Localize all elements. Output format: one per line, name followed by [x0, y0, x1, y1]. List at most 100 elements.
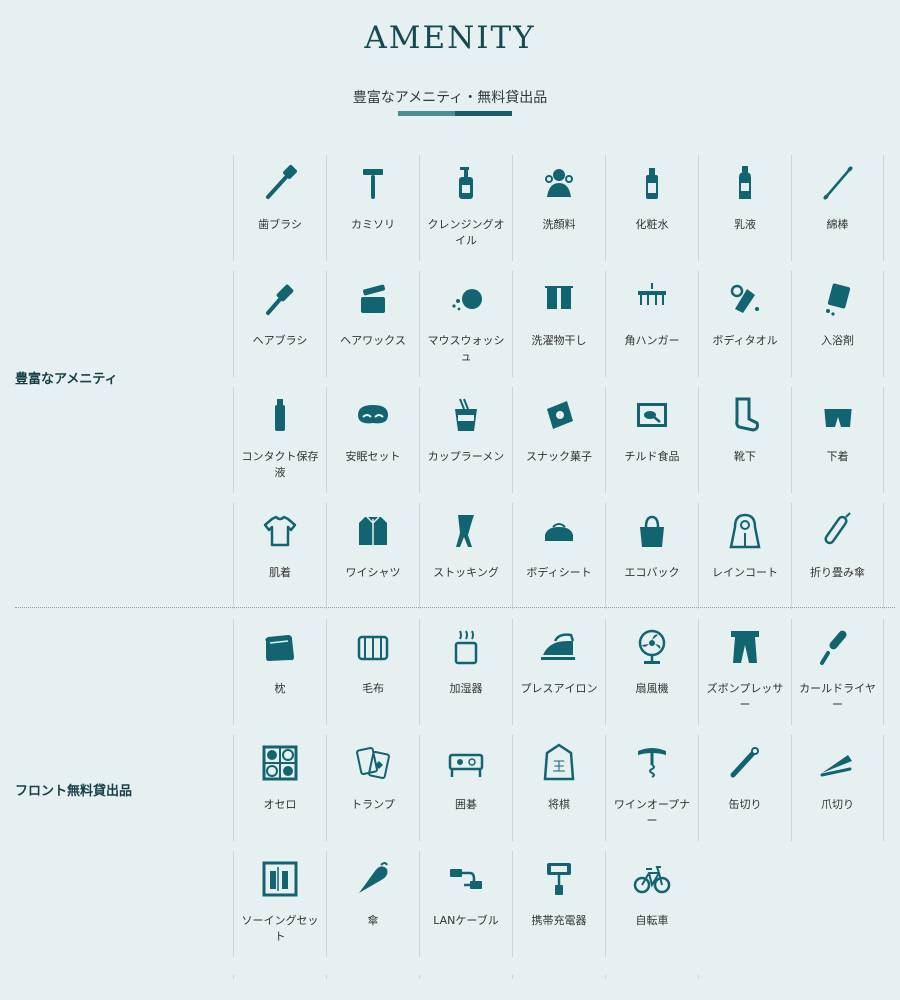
- tshirt-icon: [263, 515, 297, 547]
- amenity-item: クレンジングオイル: [419, 155, 512, 261]
- amenity-item: 化粧水: [605, 155, 698, 261]
- raincoat-icon: [725, 511, 765, 551]
- body-towel-icon: [725, 279, 765, 319]
- laundry-icon: [539, 279, 579, 319]
- amenity-item: エコバック: [605, 503, 698, 609]
- square-hanger-icon: [632, 279, 672, 319]
- amenity-item: 缶切り: [698, 735, 791, 841]
- amenity-item: トランプ: [326, 735, 419, 841]
- amenity-item: マウスウォッシュ: [419, 271, 512, 377]
- iron-icon: [541, 633, 575, 660]
- snack-icon: [547, 401, 573, 429]
- amenity-item-label: ストッキング: [433, 566, 499, 579]
- amenity-item: チルド食品: [605, 387, 698, 493]
- amenity-item-label: 洗濯物干し: [531, 334, 587, 347]
- amenity-item: カップラーメン: [419, 387, 512, 493]
- body-sheet-icon: [545, 523, 573, 541]
- amenity-item-label: 折り畳み傘: [810, 566, 865, 579]
- amenity-item: 折り畳み傘: [791, 503, 884, 609]
- nail-clipper-icon: [820, 755, 852, 777]
- amenity-item-label: ヘアワックス: [340, 334, 406, 347]
- amenity-item: プレスアイロン: [512, 619, 605, 725]
- amenity-item: ボディシート: [512, 503, 605, 609]
- go-board-icon: [448, 753, 484, 777]
- contact-solution-icon: [260, 395, 300, 435]
- grid-tick: [605, 975, 606, 979]
- dress-shirt-icon: [359, 516, 387, 545]
- bicycle-icon: [632, 859, 672, 899]
- chilled-food-icon: [632, 395, 672, 435]
- amenity-item: ソーイングセット: [233, 851, 326, 957]
- amenity-item-label: 囲碁: [455, 798, 477, 811]
- grid-tick: [512, 975, 513, 979]
- lotion-bottle-icon: [646, 168, 658, 199]
- phone-charger-icon: [547, 863, 571, 895]
- face-wash-icon: [539, 163, 579, 203]
- amenity-item-label: プレスアイロン: [520, 682, 598, 695]
- amenity-item-label: 歯ブラシ: [258, 218, 302, 231]
- amenity-item-label: 枕: [274, 682, 286, 695]
- contact-solution-icon: [275, 399, 285, 431]
- amenity-item-label: 洗顔料: [542, 218, 576, 231]
- amenity-item: カミソリ: [326, 155, 419, 261]
- snack-icon: [539, 395, 579, 435]
- amenity-item-label: マウスウォッシュ: [427, 334, 505, 363]
- pillow-icon: [260, 627, 300, 667]
- folding-umbrella-icon: [818, 511, 858, 551]
- go-board-icon: [446, 743, 486, 783]
- lan-cable-icon: [450, 869, 482, 889]
- hairbrush-icon: [260, 279, 300, 319]
- amenity-item-label: ボディシート: [526, 566, 592, 579]
- section-divider: [15, 607, 895, 608]
- humidifier-icon: [446, 627, 486, 667]
- eye-mask-icon: [353, 395, 393, 435]
- shogi-icon: 王: [543, 743, 575, 781]
- svg-text:王: 王: [552, 760, 565, 775]
- amenity-item: 携帯充電器: [512, 851, 605, 957]
- amenity-item: 爪切り: [791, 735, 884, 841]
- title-underline-left: [398, 111, 455, 116]
- square-hanger-icon: [638, 283, 666, 305]
- grid-tick: [419, 975, 420, 979]
- blanket-icon: [353, 627, 393, 667]
- stocking-icon: [456, 515, 474, 547]
- bath-salt-icon: [826, 283, 851, 316]
- blanket-icon: [357, 635, 389, 661]
- grid-tick: [698, 975, 699, 979]
- playing-cards-icon: [356, 746, 390, 780]
- amenity-item: 靴下: [698, 387, 791, 493]
- razor-icon: [363, 169, 383, 199]
- amenity-item: 王将棋: [512, 735, 605, 841]
- amenity-item-label: レインコート: [712, 566, 778, 579]
- laundry-icon: [545, 286, 573, 309]
- folding-umbrella-icon: [824, 512, 851, 545]
- amenity-item: 扇風機: [605, 619, 698, 725]
- amenity-item: 下着: [791, 387, 884, 493]
- rental-section: フロント無料貸出品 枕 毛布 加湿器 プレスアイロン 扇風機 ズボンプレッサー カールドライ…: [0, 619, 900, 959]
- amenity-item-label: 化粧水: [635, 218, 669, 231]
- dress-shirt-icon: [353, 511, 393, 551]
- mouthwash-icon: [446, 279, 486, 319]
- amenity-item-label: ワイシャツ: [345, 566, 401, 579]
- amenity-item-label: ズボンプレッサー: [706, 682, 784, 711]
- amenity-item-label: 傘: [367, 914, 379, 927]
- amenity-item: 枕: [233, 619, 326, 725]
- amenity-item-label: チルド食品: [624, 450, 680, 463]
- can-opener-icon: [725, 743, 765, 783]
- amenity-item-label: 靴下: [734, 450, 756, 463]
- lan-cable-icon: [446, 859, 486, 899]
- humidifier-icon: [454, 630, 478, 665]
- amenity-item-label: LANケーブル: [433, 914, 499, 927]
- toothbrush-icon: [266, 165, 297, 199]
- amenity-item-label: ソーイングセット: [241, 914, 319, 943]
- amenity-item: ヘアブラシ: [233, 271, 326, 377]
- trouser-press-icon: [731, 631, 759, 663]
- hairbrush-icon: [266, 284, 294, 315]
- mouthwash-icon: [452, 289, 482, 311]
- amenity-item-label: 下着: [826, 450, 849, 463]
- title-underline-right: [455, 111, 512, 116]
- eco-bag-icon: [640, 515, 664, 547]
- amenity-item-label: 携帯充電器: [531, 914, 587, 927]
- curling-iron-icon: [820, 630, 847, 665]
- shogi-icon: 王: [539, 743, 579, 783]
